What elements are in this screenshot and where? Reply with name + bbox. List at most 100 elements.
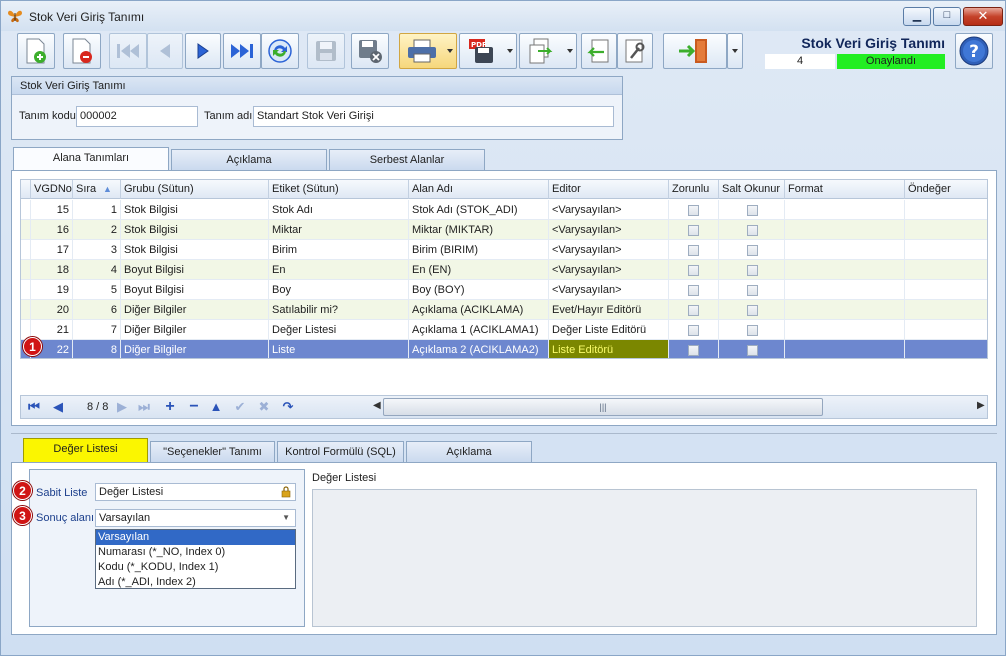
cell-field-name[interactable]: Stok Adı (STOK_ADI) [409,200,549,220]
print-dropdown-arrow[interactable] [447,49,453,53]
nav-refresh-icon[interactable]: ↷ [279,399,297,415]
export-pdf-button[interactable]: PDF [459,33,517,69]
cell-vgdno[interactable]: 19 [31,280,73,300]
cell-group[interactable]: Diğer Bilgiler [121,300,269,320]
cell-editor[interactable]: Liste Editörü [549,340,669,358]
required-checkbox[interactable] [688,265,699,276]
minimize-button[interactable]: ▁ [903,7,931,26]
cell-sira[interactable]: 3 [73,240,121,260]
column-header-vgdno[interactable]: VGDNo [31,180,73,199]
row-indicator[interactable] [21,300,31,320]
cell-sira[interactable]: 8 [73,340,121,358]
required-checkbox[interactable] [688,225,699,236]
read-only-checkbox[interactable] [747,225,758,236]
pdf-dropdown-arrow[interactable] [507,49,513,53]
row-indicator[interactable] [21,260,31,280]
cell-label[interactable]: Liste [269,340,409,358]
cell-editor[interactable]: Evet/Hayır Editörü [549,300,669,320]
cell-group[interactable]: Diğer Bilgiler [121,340,269,358]
tab-description[interactable]: Açıklama [171,149,327,171]
cell-editor[interactable]: <Varysayılan> [549,200,669,220]
nav-first-icon[interactable]: ⏮ [25,399,43,415]
delete-record-button[interactable] [63,33,101,69]
column-header-required[interactable]: Zorunlu [669,180,719,199]
code-input[interactable]: 000002 [76,106,198,127]
cell-default[interactable] [905,220,987,240]
dropdown-option[interactable]: Varsayılan [96,530,295,545]
read-only-checkbox[interactable] [747,285,758,296]
column-header-default[interactable]: Öndeğer [905,180,987,199]
nav-previous-icon[interactable]: ◀ [49,399,67,415]
cell-format[interactable] [785,200,905,220]
cell-label[interactable]: Boy [269,280,409,300]
cell-default[interactable] [905,320,987,340]
table-row[interactable]: 15 1 Stok Bilgisi Stok Adı Stok Adı (STOK_AD… [21,200,987,220]
cell-format[interactable] [785,320,905,340]
new-record-button[interactable] [17,33,55,69]
read-only-checkbox[interactable] [747,205,758,216]
cell-field-name[interactable]: Açıklama (ACIKLAMA) [409,300,549,320]
table-row[interactable]: 21 7 Diğer Bilgiler Değer Listesi Açıklama 1… [21,320,987,340]
cell-vgdno[interactable]: 17 [31,240,73,260]
scroll-right-icon[interactable]: ▶ [977,400,985,411]
read-only-checkbox[interactable] [747,305,758,316]
cell-format[interactable] [785,340,905,358]
cell-default[interactable] [905,280,987,300]
cell-vgdno[interactable]: 15 [31,200,73,220]
nav-add-icon[interactable]: + [161,399,179,415]
scroll-left-icon[interactable]: ◀ [373,400,381,411]
cell-default[interactable] [905,340,987,358]
row-indicator[interactable] [21,280,31,300]
cell-sira[interactable]: 1 [73,200,121,220]
scroll-thumb[interactable]: ||| [383,398,823,416]
cell-default[interactable] [905,240,987,260]
table-row[interactable]: 18 4 Boyut Bilgisi En En (EN) <Varysayılan> [21,260,987,280]
cell-default[interactable] [905,260,987,280]
nav-cancel-icon[interactable]: ✖ [255,399,273,415]
column-header-read-only[interactable]: Salt Okunur [719,180,785,199]
refresh-button[interactable] [261,33,299,69]
cell-field-name[interactable]: Miktar (MIKTAR) [409,220,549,240]
cell-field-name[interactable]: Boy (BOY) [409,280,549,300]
cell-vgdno[interactable]: 18 [31,260,73,280]
cell-label[interactable]: Satılabilir mi? [269,300,409,320]
column-header-sira[interactable]: Sıra ▲ [73,180,121,199]
horizontal-scrollbar[interactable]: ◀ ||| ▶ [373,398,987,416]
column-header-format[interactable]: Format [785,180,905,199]
table-row[interactable]: 19 5 Boyut Bilgisi Boy Boy (BOY) <Varysayılan… [21,280,987,300]
row-indicator[interactable] [21,220,31,240]
required-checkbox[interactable] [688,205,699,216]
nav-remove-icon[interactable]: − [185,399,203,415]
cell-sira[interactable]: 4 [73,260,121,280]
dropdown-option[interactable]: Adı (*_ADI, Index 2) [96,575,295,590]
cell-group[interactable]: Boyut Bilgisi [121,260,269,280]
cell-sira[interactable]: 7 [73,320,121,340]
export-button[interactable] [519,33,577,69]
cell-editor[interactable]: Değer Liste Editörü [549,320,669,340]
cell-label[interactable]: Miktar [269,220,409,240]
cell-format[interactable] [785,300,905,320]
cell-editor[interactable]: <Varysayılan> [549,260,669,280]
cell-group[interactable]: Stok Bilgisi [121,220,269,240]
dropdown-option[interactable]: Numarası (*_NO, Index 0) [96,545,295,560]
tab-bottom-description[interactable]: Açıklama [406,441,532,463]
cell-default[interactable] [905,300,987,320]
cell-sira[interactable]: 6 [73,300,121,320]
name-input[interactable]: Standart Stok Veri Girişi [253,106,614,127]
tab-field-definitions[interactable]: Alana Tanımları [13,147,169,171]
cell-field-name[interactable]: Birim (BIRIM) [409,240,549,260]
row-indicator[interactable] [21,240,31,260]
cell-label[interactable]: Birim [269,240,409,260]
tab-value-list[interactable]: Değer Listesi [23,438,148,462]
cell-field-name[interactable]: Açıklama 1 (ACIKLAMA1) [409,320,549,340]
nav-next-icon[interactable]: ▶ [113,399,131,415]
settings-button[interactable] [617,33,653,69]
cell-editor[interactable]: <Varysayılan> [549,240,669,260]
required-checkbox[interactable] [688,285,699,296]
cell-field-name[interactable]: En (EN) [409,260,549,280]
maximize-button[interactable]: □ [933,7,961,26]
cell-editor[interactable]: <Varysayılan> [549,220,669,240]
last-record-button[interactable] [223,33,261,69]
column-header-editor[interactable]: Editor [549,180,669,199]
nav-confirm-icon[interactable]: ✔ [231,399,249,415]
